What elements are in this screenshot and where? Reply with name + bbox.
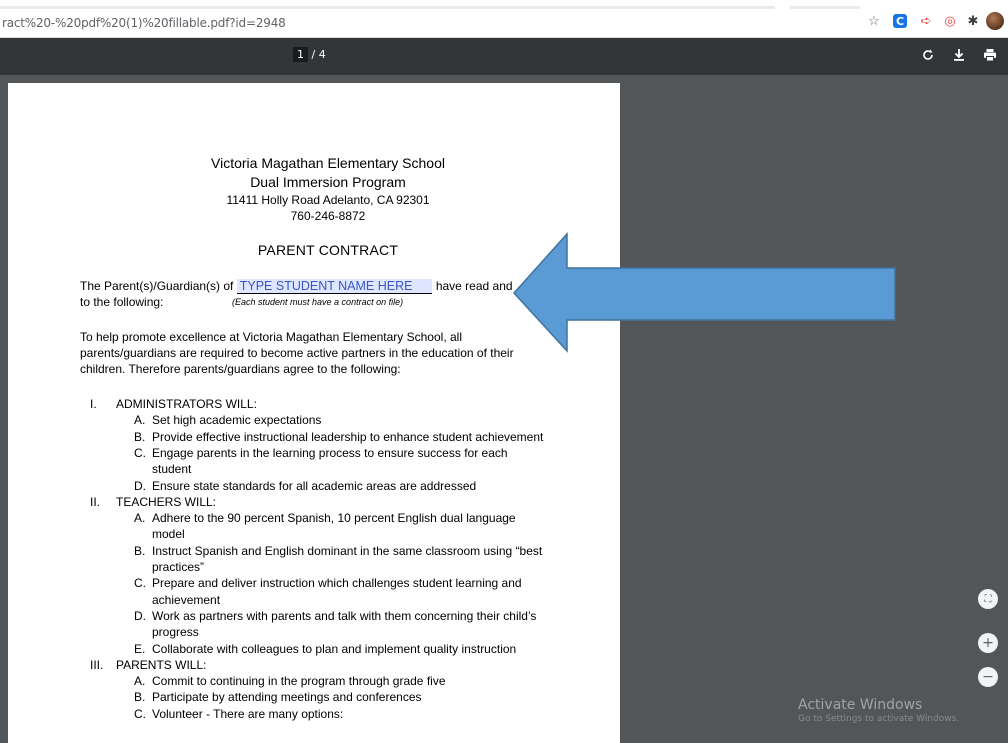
list-item: model bbox=[152, 527, 185, 542]
paragraph-line: To help promote excellence at Victoria M… bbox=[80, 330, 462, 344]
school-address: 11411 Holly Road Adelanto, CA 92301 bbox=[226, 193, 430, 207]
intro-suffix: have read and bbox=[435, 279, 513, 293]
extension-arrow-icon[interactable]: ➪ bbox=[918, 13, 934, 29]
intro-prefix: The Parent(s)/Guardian(s) of bbox=[80, 279, 234, 293]
list-item: Ensure state standards for all academic … bbox=[152, 478, 477, 493]
tab-strip-edge bbox=[790, 6, 860, 9]
fit-page-icon[interactable]: ⛶ bbox=[978, 589, 998, 609]
item-letter: C. bbox=[134, 576, 146, 591]
page-number-input[interactable]: 1 bbox=[293, 47, 308, 62]
zoom-out-icon[interactable]: − bbox=[978, 667, 998, 687]
program-name: Dual Immersion Program bbox=[250, 174, 406, 190]
page-total: / 4 bbox=[311, 48, 326, 61]
list-item: practices” bbox=[152, 560, 205, 574]
avatar[interactable] bbox=[986, 12, 1004, 30]
list-item: Collaborate with colleagues to plan and … bbox=[152, 641, 517, 656]
print-icon[interactable] bbox=[981, 46, 999, 64]
rotate-icon[interactable] bbox=[919, 46, 937, 64]
activate-windows-subtitle: Go to Settings to activate Windows. bbox=[798, 714, 960, 724]
item-letter: C. bbox=[134, 445, 146, 460]
list-item: Instruct Spanish and English dominant in… bbox=[152, 543, 543, 558]
intro-line: The Parent(s)/Guardian(s) of TYPE STUDEN… bbox=[80, 279, 513, 294]
school-phone: 760-246-8872 bbox=[290, 209, 366, 223]
school-name: Victoria Magathan Elementary School bbox=[211, 155, 445, 171]
list-item: Commit to continuing in the program thro… bbox=[152, 674, 446, 689]
pdf-page: Victoria Magathan Elementary School Dual… bbox=[8, 83, 620, 743]
list-item: achievement bbox=[152, 592, 221, 607]
list-item: Adhere to the 90 percent Spanish, 10 per… bbox=[152, 511, 516, 526]
paragraph-line: parents/guardians are required to become… bbox=[80, 346, 514, 360]
list-item: Participate by attending meetings and co… bbox=[152, 690, 422, 705]
list-item: student bbox=[152, 462, 192, 477]
list-item: Volunteer - There are many options: bbox=[152, 706, 344, 721]
item-letter: D. bbox=[134, 608, 146, 623]
paragraph-line: children. Therefore parents/guardians ag… bbox=[80, 362, 401, 376]
item-letter: A. bbox=[134, 511, 146, 526]
tab-strip-edge bbox=[0, 6, 775, 9]
list-item: Prepare and deliver instruction which ch… bbox=[152, 576, 522, 591]
item-letter: B. bbox=[134, 690, 146, 705]
list-item: progress bbox=[152, 625, 199, 640]
activate-windows-title: Activate Windows bbox=[798, 697, 923, 713]
student-name-field[interactable]: TYPE STUDENT NAME HERE bbox=[236, 279, 433, 294]
browser-address-bar: ract%20-%20pdf%20(1)%20fillable.pdf?id=2… bbox=[0, 0, 1008, 38]
list-item: Provide effective instructional leadersh… bbox=[152, 429, 544, 444]
item-letter: D. bbox=[134, 478, 146, 493]
download-icon[interactable] bbox=[950, 46, 968, 64]
extension-c-icon[interactable]: C bbox=[893, 14, 907, 28]
extension-target-icon[interactable]: ◎ bbox=[942, 13, 958, 29]
section-numeral: III. bbox=[90, 657, 104, 672]
section-numeral: II. bbox=[90, 494, 101, 509]
item-letter: B. bbox=[134, 429, 146, 444]
star-icon[interactable]: ☆ bbox=[866, 13, 882, 29]
item-letter: B. bbox=[134, 543, 146, 558]
list-item: Work as partners with parents and talk w… bbox=[152, 608, 537, 623]
item-letter: C. bbox=[134, 706, 146, 721]
item-letter: A. bbox=[134, 413, 146, 428]
section-numeral: I. bbox=[90, 397, 97, 411]
section-heading: TEACHERS WILL: bbox=[116, 494, 217, 509]
list-item: Engage parents in the learning process t… bbox=[152, 445, 508, 460]
list-item: Set high academic expectations bbox=[152, 413, 322, 428]
pdf-toolbar: 1 / 4 bbox=[0, 38, 1008, 75]
annotation-arrow bbox=[512, 232, 896, 353]
zoom-in-icon[interactable]: + bbox=[978, 633, 998, 653]
url-text[interactable]: ract%20-%20pdf%20(1)%20fillable.pdf?id=2… bbox=[2, 16, 286, 30]
item-letter: E. bbox=[134, 641, 146, 656]
intro-line-2: to the following: bbox=[80, 295, 164, 309]
puzzle-icon[interactable]: ✱ bbox=[965, 13, 981, 29]
section-heading: PARENTS WILL: bbox=[116, 657, 207, 672]
item-letter: A. bbox=[134, 674, 146, 689]
page-indicator: 1 / 4 bbox=[293, 47, 326, 62]
intro-note: (Each student must have a contract on fi… bbox=[232, 297, 404, 307]
section-heading: ADMINISTRATORS WILL: bbox=[116, 397, 257, 411]
